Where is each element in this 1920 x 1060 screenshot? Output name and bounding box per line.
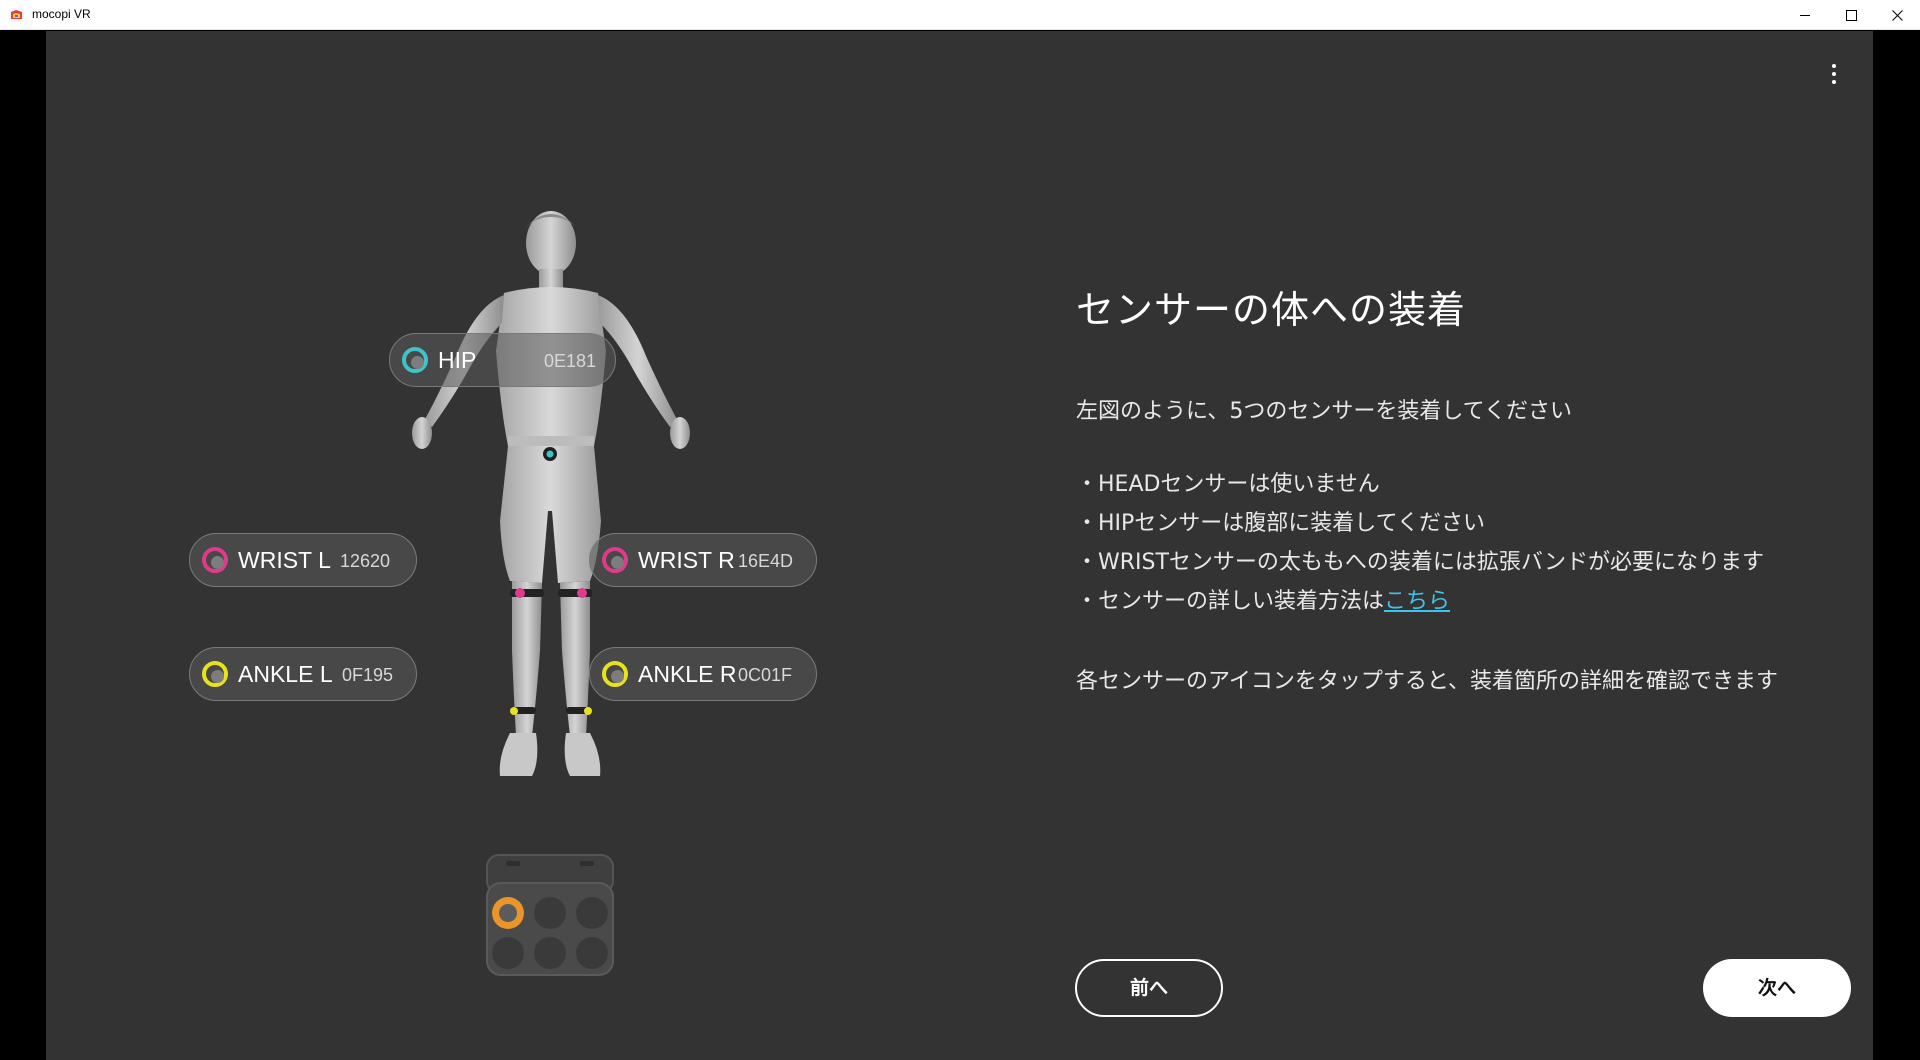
maximize-icon (1846, 10, 1857, 21)
sensor-status-icon (202, 547, 228, 573)
sensor-id: 12620 (340, 551, 391, 571)
instruction-item: ・センサーの詳しい装着方法はこちら (1076, 586, 1764, 625)
sensor-label: WRIST R (638, 547, 735, 573)
sensor-label: ANKLE R (638, 661, 737, 687)
sensor-id: 0E181 (544, 351, 597, 371)
instruction-list: ・HEADセンサーは使いません ・HIPセンサーは腹部に装着してください ・WR… (1076, 469, 1764, 625)
minimize-icon (1800, 15, 1810, 16)
sensor-chip-hip[interactable]: HIP 0E181 (389, 333, 616, 387)
sensor-id: 0C01F (738, 665, 793, 685)
sensor-label: HIP (438, 347, 477, 373)
sensor-case-image (486, 854, 614, 976)
prev-button[interactable]: 前へ (1075, 959, 1223, 1017)
sensor-id: 0F195 (342, 665, 394, 685)
sensor-status-icon (602, 547, 628, 573)
instruction-item: ・HEADセンサーは使いません (1076, 472, 1380, 497)
sensor-chip-ankle-l[interactable]: ANKLE L 0F195 (189, 647, 417, 701)
mocopi-app-icon (9, 8, 24, 22)
more-menu-button[interactable] (1825, 61, 1843, 87)
minimize-button[interactable] (1782, 0, 1828, 30)
sensor-label: WRIST L (238, 547, 331, 573)
instruction-item: ・WRISTセンサーの太ももへの装着には拡張バンドが必要になります (1076, 550, 1765, 575)
instruction-text: ・センサーの詳しい装着方法は (1076, 589, 1385, 614)
instruction-item: ・HIPセンサーは腹部に装着してください (1076, 511, 1485, 536)
hint-text: 各センサーのアイコンをタップすると、装着箇所の詳細を確認できます (1076, 669, 1779, 694)
sensor-id: 16E4D (738, 551, 794, 571)
sensor-label: ANKLE L (238, 661, 333, 687)
window-title: mocopi VR (32, 7, 91, 21)
sensor-status-icon (202, 661, 228, 687)
sensor-chip-ankle-r[interactable]: ANKLE R 0C01F (589, 647, 817, 701)
sensor-chip-wrist-r[interactable]: WRIST R 16E4D (589, 533, 817, 587)
more-vert-icon (1832, 64, 1836, 68)
sensor-status-icon (402, 347, 428, 373)
intro-text: 左図のように、5つのセンサーを装着してください (1076, 399, 1573, 424)
close-icon (1892, 10, 1903, 21)
page-title: センサーの体への装着 (1076, 288, 1467, 332)
window-title-bar: mocopi VR (0, 0, 1920, 30)
maximize-button[interactable] (1828, 0, 1874, 30)
app-content: HIP 0E181 WRIST L 12620 WRIST R 16E4D AN… (46, 31, 1873, 1060)
sensor-status-icon (602, 661, 628, 687)
next-button[interactable]: 次へ (1703, 959, 1851, 1017)
close-button[interactable] (1874, 0, 1920, 30)
details-link[interactable]: こちら (1384, 589, 1450, 614)
sensor-chip-wrist-l[interactable]: WRIST L 12620 (189, 533, 417, 587)
